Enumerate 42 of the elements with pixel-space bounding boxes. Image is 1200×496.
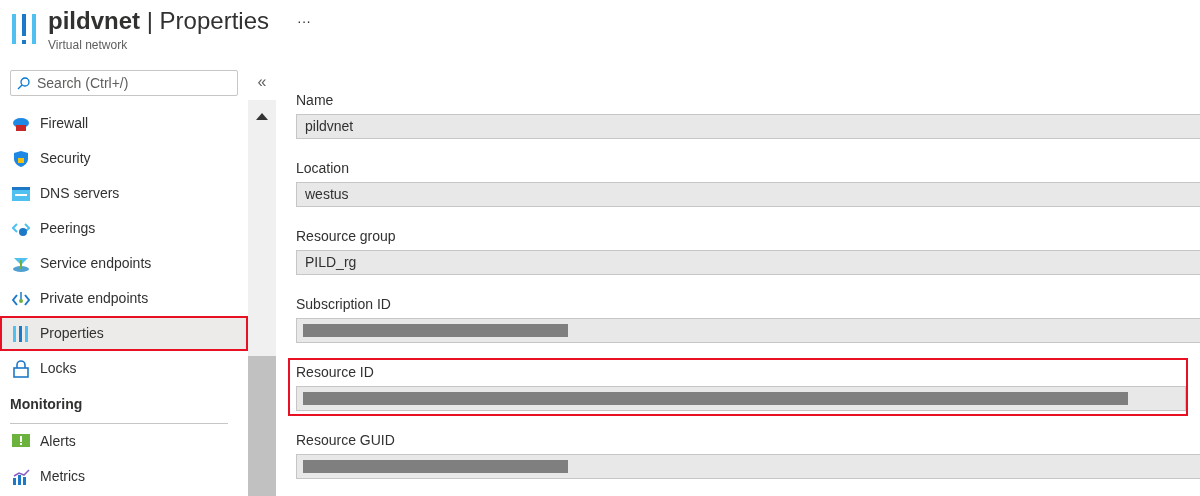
scrollbar[interactable] xyxy=(248,100,276,496)
more-button[interactable]: ··· xyxy=(297,6,311,36)
scroll-up-icon xyxy=(256,113,268,120)
chart-icon xyxy=(12,468,30,485)
sidebar-item[interactable]: Peerings xyxy=(0,211,248,246)
sidebar-item[interactable]: DNS servers xyxy=(0,176,248,211)
sidebar-item[interactable]: Private endpoints xyxy=(0,281,248,316)
field-label: Resource ID xyxy=(296,363,375,381)
sidebar-item[interactable]: Alerts xyxy=(0,424,248,459)
field-label: Resource GUID xyxy=(296,431,396,449)
sidebar-item[interactable]: Metrics xyxy=(0,459,248,494)
field-label: Location xyxy=(296,159,350,177)
text-field[interactable] xyxy=(296,386,1186,411)
search-field[interactable]: Search (Ctrl+/) xyxy=(10,70,238,96)
cloud-icon xyxy=(12,115,30,132)
sidebar-item[interactable]: Properties xyxy=(0,316,248,351)
text-field[interactable]: westus xyxy=(296,182,1200,207)
section-heading: Monitoring xyxy=(10,395,84,414)
scrollbar-thumb[interactable] xyxy=(248,356,276,496)
text-field[interactable] xyxy=(296,454,1200,479)
field-label: Resource group xyxy=(296,227,397,245)
shield-icon xyxy=(13,149,29,168)
lock-icon xyxy=(13,359,29,378)
sidebar-item[interactable]: Locks xyxy=(0,351,248,386)
bars-icon xyxy=(12,14,38,44)
endpoint-icon xyxy=(12,290,30,307)
text-field[interactable]: PILD_rg xyxy=(296,250,1200,275)
alert-icon xyxy=(12,433,30,450)
field-label: Subscription ID xyxy=(296,295,392,313)
field-label: Name xyxy=(296,91,335,109)
server-window-icon xyxy=(12,186,30,201)
bars-icon xyxy=(13,325,29,342)
sidebar-item[interactable]: Security xyxy=(0,141,248,176)
page-subtitle: Virtual network xyxy=(48,37,129,54)
sidebar-item[interactable]: Service endpoints xyxy=(0,246,248,281)
collapse-button[interactable]: « xyxy=(257,74,267,90)
sidebar-item[interactable]: Firewall xyxy=(0,106,248,141)
search-icon xyxy=(17,77,30,90)
page-title: pildvnet | Properties xyxy=(48,6,269,36)
text-field[interactable]: pildvnet xyxy=(296,114,1200,139)
peering-icon xyxy=(12,220,30,237)
text-field[interactable] xyxy=(296,318,1200,343)
